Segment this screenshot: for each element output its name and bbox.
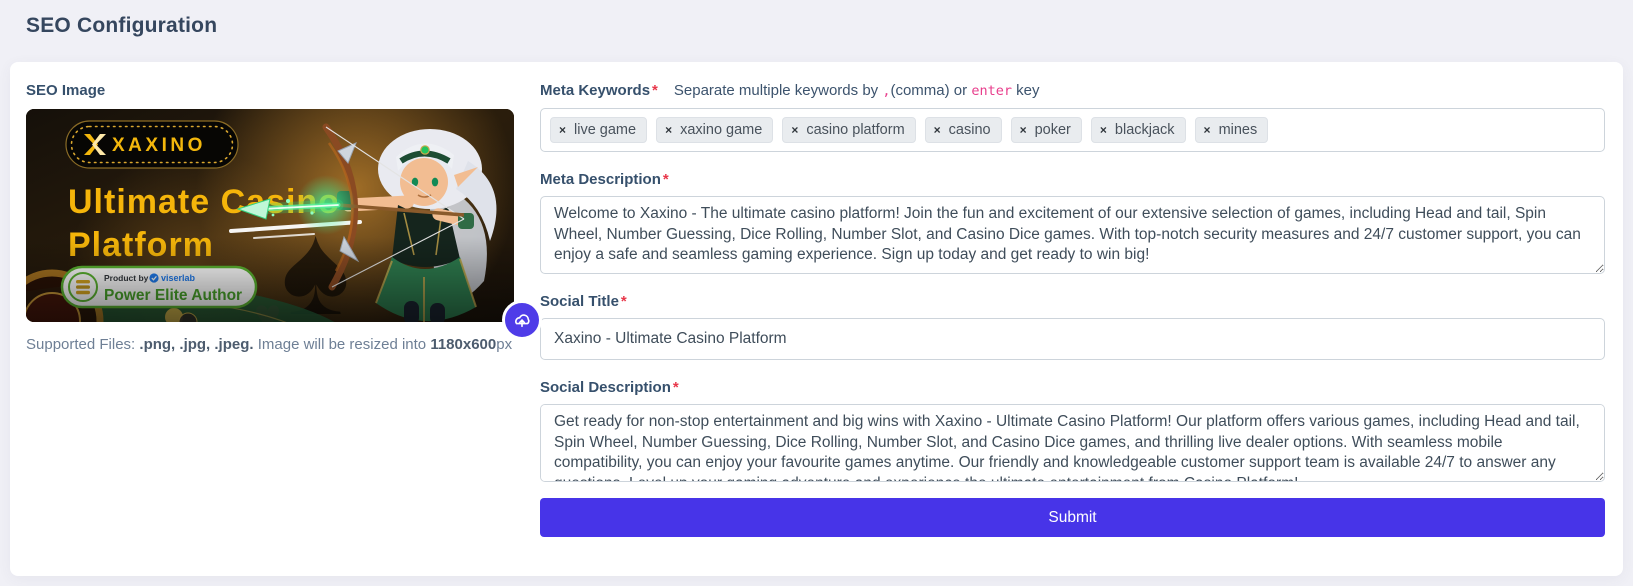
keyword-tag-label: mines [1219, 122, 1258, 138]
keyword-tag[interactable]: × casino [925, 117, 1002, 143]
social-description-textarea[interactable]: Get ready for non-stop entertainment and… [540, 404, 1605, 482]
meta-keywords-label: Meta Keywords* [540, 82, 658, 99]
keyword-tag[interactable]: × blackjack [1091, 117, 1186, 143]
remove-tag-icon[interactable]: × [791, 124, 798, 136]
remove-tag-icon[interactable]: × [1100, 124, 1107, 136]
remove-tag-icon[interactable]: × [1204, 124, 1211, 136]
remove-tag-icon[interactable]: × [559, 124, 566, 136]
remove-tag-icon[interactable]: × [1020, 124, 1027, 136]
social-description-section: Social Description* Get ready for non-st… [540, 379, 1605, 482]
keyword-tag-label: blackjack [1115, 122, 1175, 138]
required-asterisk: * [663, 171, 669, 188]
social-title-input[interactable] [540, 318, 1605, 360]
seo-image-column: SEO Image [26, 82, 514, 560]
submit-button[interactable]: Submit [540, 498, 1605, 537]
social-title-label: Social Title* [540, 293, 627, 310]
seo-configuration-card: SEO Image [10, 62, 1623, 576]
keyword-tag-label: casino platform [806, 122, 904, 138]
social-title-section: Social Title* [540, 293, 1605, 360]
meta-description-textarea[interactable]: Welcome to Xaxino - The ultimate casino … [540, 196, 1605, 274]
keyword-tag-label: casino [949, 122, 991, 138]
supported-files-text: Supported Files: .png, .jpg, .jpeg. Imag… [26, 336, 514, 353]
seo-banner-image: ♠ ♥ ♠ XAXINO [26, 109, 514, 322]
upload-image-button[interactable] [502, 300, 542, 340]
keyword-tag-label: live game [574, 122, 636, 138]
page-title: SEO Configuration [0, 0, 1633, 38]
meta-description-section: Meta Description* Welcome to Xaxino - Th… [540, 171, 1605, 274]
required-asterisk: * [652, 82, 658, 99]
keyword-tag[interactable]: × mines [1195, 117, 1269, 143]
keyword-tag[interactable]: × poker [1011, 117, 1082, 143]
meta-keywords-header: Meta Keywords* Separate multiple keyword… [540, 82, 1605, 99]
keyword-tag[interactable]: × casino platform [782, 117, 915, 143]
keyword-tag-label: xaxino game [680, 122, 762, 138]
keyword-tag[interactable]: × xaxino game [656, 117, 773, 143]
required-asterisk: * [621, 293, 627, 310]
remove-tag-icon[interactable]: × [665, 124, 672, 136]
required-asterisk: * [673, 379, 679, 396]
social-description-label: Social Description* [540, 379, 679, 396]
seo-image-preview: ♠ ♥ ♠ XAXINO [26, 109, 514, 322]
meta-keywords-hint: Separate multiple keywords by ,(comma) o… [674, 82, 1040, 99]
keyword-tag[interactable]: × live game [550, 117, 647, 143]
meta-keywords-input[interactable]: × live game × xaxino game × casino platf… [540, 108, 1605, 152]
seo-image-label: SEO Image [26, 82, 105, 99]
cloud-upload-icon [511, 311, 533, 329]
meta-description-label: Meta Description* [540, 171, 669, 188]
keyword-tag-label: poker [1035, 122, 1071, 138]
remove-tag-icon[interactable]: × [934, 124, 941, 136]
seo-form-column: Meta Keywords* Separate multiple keyword… [540, 82, 1605, 560]
enter-code: enter [971, 83, 1012, 99]
